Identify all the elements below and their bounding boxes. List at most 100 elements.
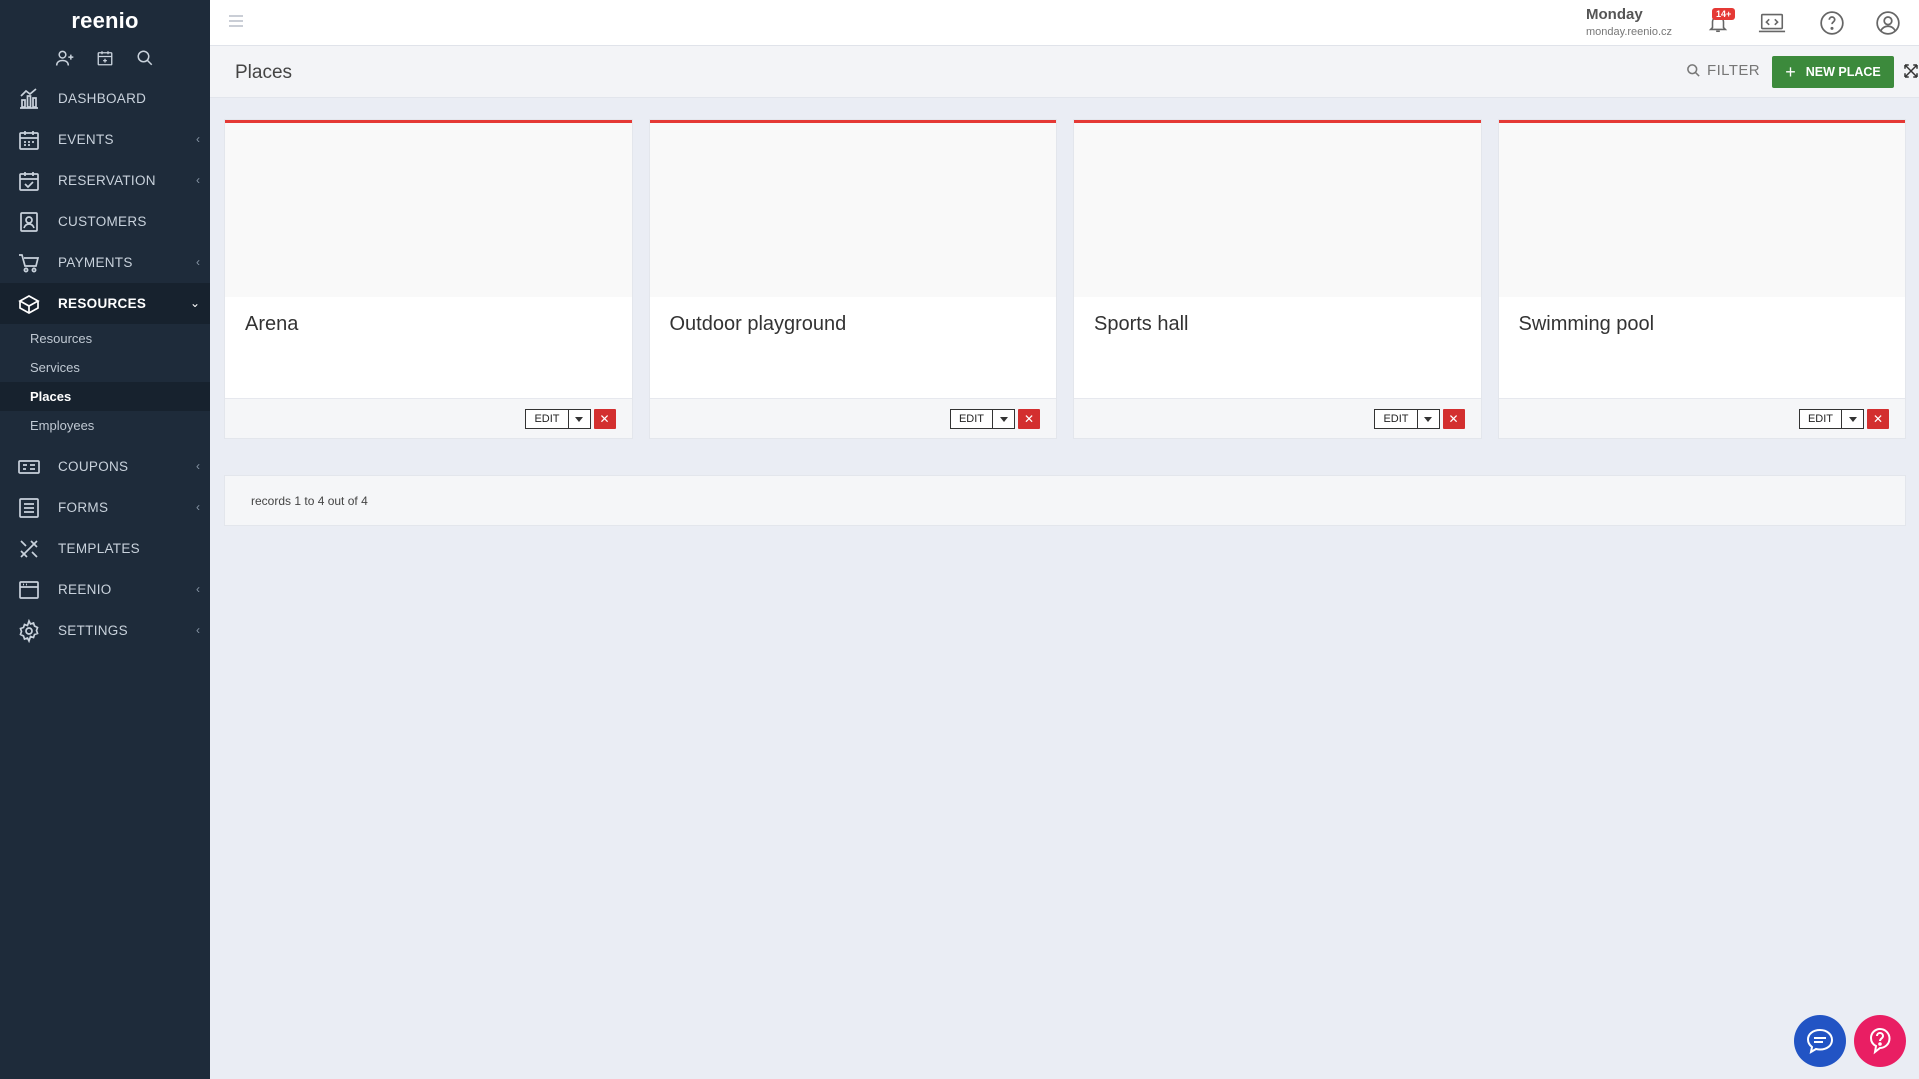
place-name: Swimming pool — [1518, 313, 1655, 335]
nav-item-customers[interactable]: CUSTOMERS — [0, 201, 210, 242]
tenant-switcher[interactable]: Monday monday.reenio.cz — [1586, 6, 1672, 38]
caret-down-icon — [1424, 416, 1432, 422]
nav-label: COUPONS — [58, 459, 129, 474]
place-image-placeholder — [1498, 123, 1905, 297]
nav-item-dashboard[interactable]: DASHBOARD — [0, 78, 210, 119]
tenant-name: Monday — [1586, 6, 1643, 23]
card-actions: EDIT ✕ — [525, 409, 616, 429]
nav-item-templates[interactable]: TEMPLATES — [0, 528, 210, 569]
main-nav: DASHBOARD EVENTS ‹ RESERVATION ‹ CUSTOME… — [0, 78, 210, 324]
place-card[interactable]: Swimming pool EDIT ✕ — [1498, 120, 1905, 438]
new-place-button[interactable]: + NEW PLACE — [1772, 56, 1894, 88]
chat-button[interactable] — [1794, 1015, 1846, 1067]
add-user-icon[interactable] — [55, 48, 75, 68]
nav-label: PAYMENTS — [58, 255, 133, 270]
app-logo[interactable]: reenio — [0, 0, 210, 40]
actions-dropdown-button[interactable] — [993, 409, 1015, 429]
place-card[interactable]: Outdoor playground EDIT ✕ — [649, 120, 1056, 438]
places-grid: Arena EDIT ✕ Outdoor playground EDIT ✕ S… — [225, 120, 1905, 438]
boxes-icon — [16, 291, 42, 317]
card-footer: EDIT ✕ — [1074, 398, 1481, 438]
nav-item-payments[interactable]: PAYMENTS ‹ — [0, 242, 210, 283]
nav-item-events[interactable]: EVENTS ‹ — [0, 119, 210, 160]
nav-item-settings[interactable]: SETTINGS ‹ — [0, 610, 210, 651]
code-embed-icon[interactable] — [1758, 10, 1786, 36]
plus-icon: + — [1785, 61, 1796, 82]
place-name: Outdoor playground — [669, 313, 847, 335]
help-icon[interactable] — [1818, 10, 1846, 36]
edit-button[interactable]: EDIT — [1374, 409, 1418, 429]
delete-button[interactable]: ✕ — [1018, 409, 1040, 429]
nav-label: RESOURCES — [58, 296, 147, 311]
filter-label: FILTER — [1707, 62, 1760, 79]
help-widget-button[interactable] — [1854, 1015, 1906, 1067]
subnav-item-services[interactable]: Services — [0, 353, 210, 382]
nav-label: DASHBOARD — [58, 91, 147, 106]
place-image-placeholder — [1074, 123, 1481, 297]
place-name: Arena — [245, 313, 299, 335]
nav-item-forms[interactable]: FORMS ‹ — [0, 487, 210, 528]
contacts-icon — [16, 209, 42, 235]
search-icon — [1687, 64, 1700, 77]
place-image-placeholder — [649, 123, 1056, 297]
card-footer: EDIT ✕ — [649, 398, 1056, 438]
records-text: records 1 to 4 out of 4 — [251, 494, 368, 508]
edit-button[interactable]: EDIT — [525, 409, 569, 429]
notification-badge: 14+ — [1712, 8, 1736, 20]
nav-item-resources[interactable]: RESOURCES ⌄ — [0, 283, 210, 324]
filter-button[interactable]: FILTER — [1686, 62, 1760, 79]
chevron-left-icon: ‹ — [196, 623, 200, 637]
dashboard-icon — [16, 86, 42, 112]
cart-icon — [16, 250, 42, 276]
main-nav-continued: COUPONS ‹ FORMS ‹ TEMPLATES REENIO ‹ SET… — [0, 446, 210, 651]
card-footer: EDIT ✕ — [225, 398, 632, 438]
delete-button[interactable]: ✕ — [593, 409, 616, 429]
search-icon[interactable] — [135, 48, 155, 68]
chevron-left-icon: ‹ — [196, 582, 200, 596]
chat-icon — [1806, 1028, 1834, 1055]
place-card[interactable]: Sports hall EDIT ✕ — [1074, 120, 1481, 438]
edit-button[interactable]: EDIT — [1798, 409, 1842, 429]
chevron-left-icon: ‹ — [196, 459, 200, 473]
nav-item-coupons[interactable]: COUPONS ‹ — [0, 446, 210, 487]
calendar-check-icon — [16, 168, 42, 194]
records-summary: records 1 to 4 out of 4 — [225, 476, 1905, 525]
subnav-item-places[interactable]: Places — [0, 382, 210, 411]
delete-button[interactable]: ✕ — [1867, 409, 1889, 429]
add-event-icon[interactable] — [95, 48, 115, 68]
chevron-left-icon: ‹ — [196, 132, 200, 146]
nav-item-reservation[interactable]: RESERVATION ‹ — [0, 160, 210, 201]
window-icon — [16, 577, 42, 603]
hamburger-menu-icon[interactable] — [228, 14, 244, 28]
delete-button[interactable]: ✕ — [1442, 409, 1465, 429]
caret-down-icon — [1848, 416, 1857, 422]
list-icon — [16, 495, 42, 521]
edit-button[interactable]: EDIT — [949, 409, 993, 429]
nav-label: CUSTOMERS — [58, 214, 147, 229]
nav-label: SETTINGS — [58, 623, 128, 638]
actions-dropdown-button[interactable] — [568, 409, 591, 429]
subnav-item-employees[interactable]: Employees — [0, 411, 210, 440]
page-header: Places FILTER + NEW PLACE — [210, 46, 1919, 98]
coupon-icon — [16, 454, 42, 480]
card-actions: EDIT ✕ — [1798, 409, 1889, 429]
user-account-icon[interactable] — [1874, 10, 1902, 36]
card-footer: EDIT ✕ — [1498, 398, 1905, 438]
caret-down-icon — [575, 416, 583, 422]
nav-item-reenio[interactable]: REENIO ‹ — [0, 569, 210, 610]
tenant-url: monday.reenio.cz — [1586, 26, 1673, 38]
tools-icon — [16, 536, 42, 562]
nav-label: REENIO — [58, 582, 112, 597]
chevron-left-icon: ‹ — [196, 500, 200, 514]
actions-dropdown-button[interactable] — [1842, 409, 1864, 429]
place-card[interactable]: Arena EDIT ✕ — [225, 120, 632, 438]
quick-actions — [0, 40, 210, 76]
nav-label: TEMPLATES — [58, 541, 140, 556]
page-title: Places — [235, 62, 293, 83]
actions-dropdown-button[interactable] — [1417, 409, 1440, 429]
card-actions: EDIT ✕ — [1374, 409, 1465, 429]
subnav-item-resources[interactable]: Resources — [0, 324, 210, 353]
chevron-down-icon: ⌄ — [189, 296, 200, 310]
card-actions: EDIT ✕ — [949, 409, 1040, 429]
fullscreen-icon[interactable] — [1902, 62, 1919, 82]
